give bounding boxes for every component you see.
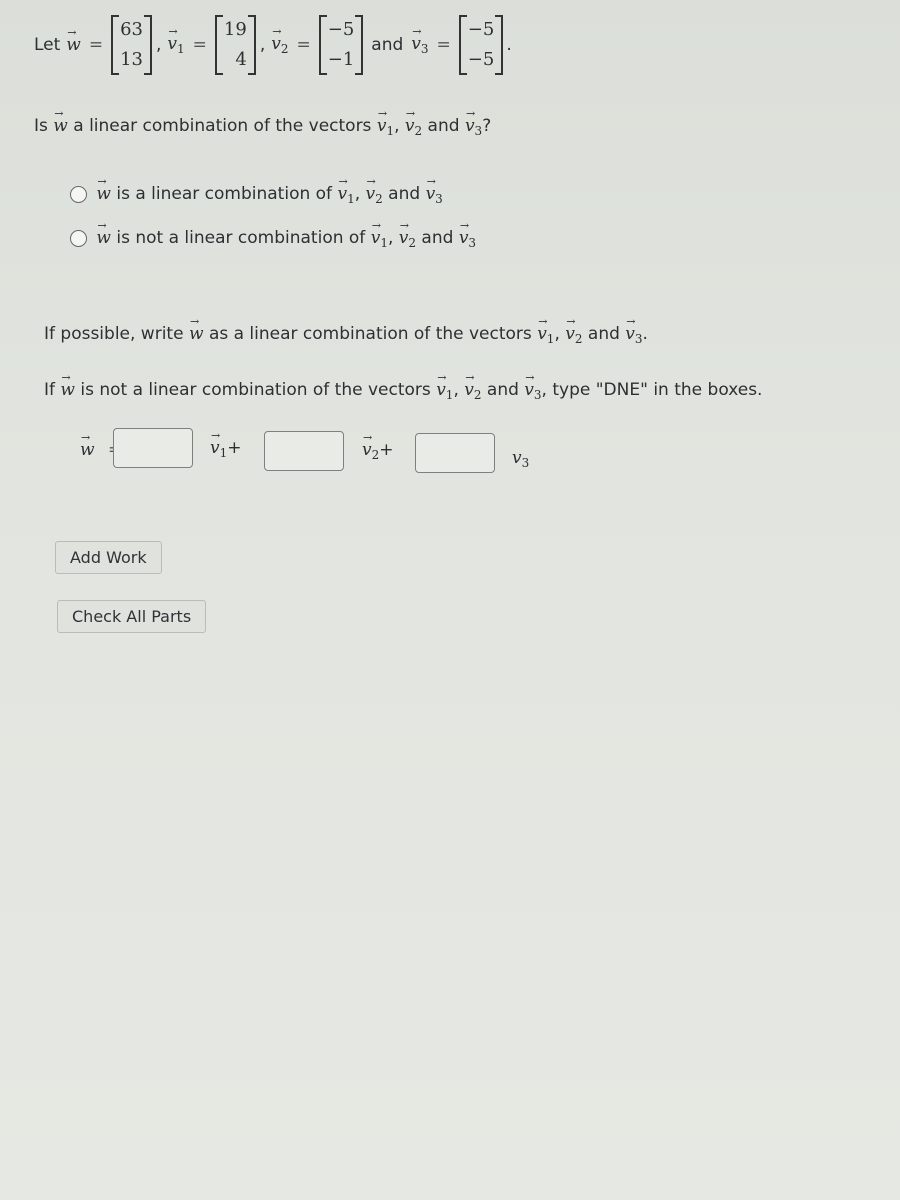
v3-entry-1: −5 [467, 19, 495, 40]
w-entry-1: 63 [120, 19, 144, 40]
v1-entry-1: 19 [223, 19, 247, 40]
v1-symbol: v1 [377, 107, 394, 138]
v1-symbol: v1 [537, 315, 554, 346]
radio-button[interactable] [70, 185, 87, 203]
v2-symbol: v2 [405, 107, 422, 138]
v1-symbol: v1 [371, 219, 388, 250]
check-all-parts-button[interactable]: Check All Parts [57, 600, 207, 633]
instruction-line-1: If possible, write w as a linear combina… [44, 315, 648, 346]
period: . [506, 35, 512, 55]
coefficient-3-input[interactable] [415, 433, 495, 473]
w-symbol: w [96, 219, 111, 248]
comma: , [156, 35, 162, 55]
coefficient-1-input[interactable] [113, 428, 193, 468]
vector-definitions: Let w = 6313 , v1 = 194 , v2 = −5−1 and … [34, 14, 512, 76]
v2-symbol: v2 [271, 25, 288, 56]
v1-entry-2: 4 [235, 49, 247, 70]
w-symbol: w [96, 175, 111, 204]
equals-sign: = [88, 35, 104, 55]
option-is-combination[interactable]: w is a linear combination of v1, v2 and … [70, 175, 443, 206]
v2-term: v2+ [362, 431, 394, 462]
v2-symbol: v2 [399, 219, 416, 250]
v2-vector: −5 −1 [318, 15, 364, 75]
v1-symbol: v1 [167, 25, 184, 56]
v1-vector: 19 4 [214, 15, 256, 75]
equals-sign: = [436, 35, 451, 55]
v1-symbol: v1 [436, 371, 453, 402]
w-symbol: w [66, 26, 81, 55]
w-symbol: w [80, 431, 95, 460]
and-label: and [371, 35, 404, 55]
w-vector: 63 13 [111, 15, 153, 75]
v2-entry-1: −5 [327, 19, 355, 40]
w-symbol: w [53, 107, 68, 136]
let-label: Let [34, 35, 61, 55]
comma: , [259, 35, 266, 55]
radio-button[interactable] [70, 229, 87, 247]
option-not-combination[interactable]: w is not a linear combination of v1, v2 … [70, 219, 476, 250]
equals-sign: = [296, 35, 311, 55]
v3-symbol: v3 [625, 315, 642, 346]
v3-symbol: v3 [459, 219, 476, 250]
v2-symbol: v2 [565, 315, 582, 346]
v3-symbol: v3 [426, 175, 443, 206]
v3-entry-2: −5 [467, 49, 495, 70]
coefficient-2-input[interactable] [264, 431, 344, 471]
v2-symbol: v2 [366, 175, 383, 206]
w-entry-2: 13 [120, 49, 144, 70]
question-text: Is w a linear combination of the vectors… [34, 107, 491, 138]
v1-term: v1+ [210, 429, 242, 460]
add-work-button[interactable]: Add Work [55, 541, 162, 574]
v1-symbol: v1 [337, 175, 354, 206]
w-symbol: w [189, 315, 204, 344]
v3-symbol: v3 [524, 371, 541, 402]
v3-symbol: v3 [465, 107, 482, 138]
w-symbol: w [60, 371, 75, 400]
v2-entry-2: −1 [327, 49, 355, 70]
v2-symbol: v2 [464, 371, 481, 402]
equals-sign: = [192, 35, 207, 55]
v3-term: v3 [512, 448, 530, 470]
v3-symbol: v3 [411, 25, 428, 56]
v3-vector: −5 −5 [458, 15, 504, 75]
instruction-line-2: If w is not a linear combination of the … [44, 371, 762, 402]
